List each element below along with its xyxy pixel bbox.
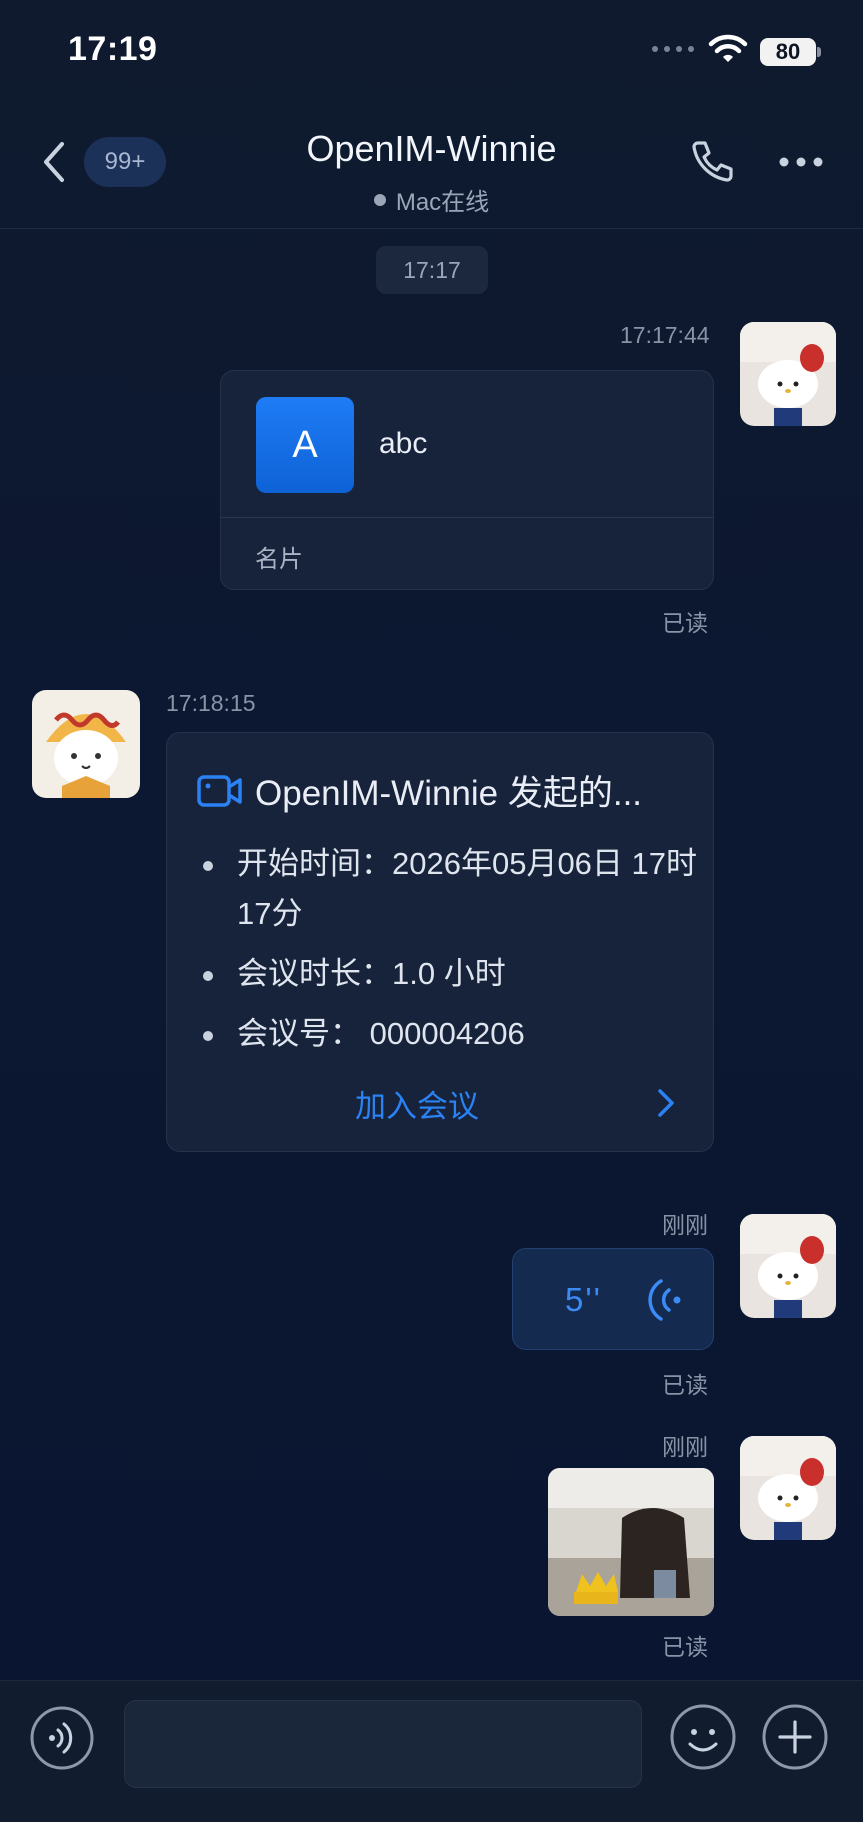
cat-avatar-image	[32, 690, 140, 798]
battery-indicator: 80	[760, 38, 816, 66]
card-avatar: A	[256, 397, 354, 493]
meeting-details: 开始时间：2026年05月06日 17时17分 会议时长：1.0 小时 会议号：…	[203, 839, 703, 1069]
contact-card-message[interactable]: A abc 名片	[220, 370, 714, 590]
message-timestamp: 刚刚	[662, 1212, 708, 1238]
photo-thumbnail	[548, 1468, 714, 1616]
voice-duration: 5''	[565, 1281, 602, 1318]
more-icon[interactable]	[778, 150, 824, 174]
status-time: 17:19	[68, 30, 158, 68]
my-avatar[interactable]	[740, 1214, 836, 1318]
signal-dots-icon	[652, 46, 694, 52]
header-divider	[0, 228, 863, 229]
meeting-title-text: OpenIM-Winnie 发起的...	[255, 774, 643, 813]
message-timestamp: 17:17:44	[620, 322, 710, 348]
video-camera-icon	[197, 774, 242, 807]
my-avatar[interactable]	[740, 322, 836, 426]
card-divider	[221, 517, 713, 518]
join-meeting-link[interactable]: 加入会议	[167, 1081, 667, 1126]
message-input[interactable]	[124, 1700, 642, 1788]
voice-toggle-icon[interactable]	[30, 1706, 94, 1770]
read-status: 已读	[662, 610, 708, 636]
online-dot	[373, 193, 386, 206]
chevron-right-icon[interactable]	[655, 1087, 677, 1119]
hello-kitty-avatar-image	[740, 1214, 836, 1318]
online-status-text: Mac在线	[395, 189, 490, 216]
message-timestamp: 刚刚	[662, 1434, 708, 1460]
battery-nub	[817, 47, 821, 57]
message-timestamp: 17:18:15	[166, 690, 256, 716]
image-message[interactable]	[548, 1468, 714, 1616]
contact-avatar[interactable]	[32, 690, 140, 798]
my-avatar[interactable]	[740, 1436, 836, 1540]
read-status: 已读	[662, 1634, 708, 1660]
meeting-title: OpenIM-Winnie 发起的...	[197, 765, 642, 816]
hello-kitty-avatar-image	[740, 322, 836, 426]
time-separator: 17:17	[376, 246, 488, 294]
wifi-icon	[708, 34, 748, 62]
phone-icon[interactable]	[686, 138, 736, 188]
card-type-label: 名片	[255, 546, 303, 573]
meeting-invite-message[interactable]: OpenIM-Winnie 发起的... 开始时间：2026年05月06日 17…	[166, 732, 714, 1152]
hello-kitty-avatar-image	[740, 1436, 836, 1540]
emoji-icon[interactable]	[670, 1704, 736, 1770]
voice-message[interactable]: 5''	[512, 1248, 714, 1350]
meeting-number: 会议号： 000004206	[203, 1009, 703, 1059]
meeting-start-time: 开始时间：2026年05月06日 17时17分	[203, 839, 703, 939]
meeting-duration: 会议时长：1.0 小时	[203, 949, 703, 999]
plus-icon[interactable]	[762, 1704, 828, 1770]
voice-wave-icon	[648, 1279, 681, 1321]
card-contact-name: abc	[379, 427, 428, 460]
read-status: 已读	[662, 1372, 708, 1398]
